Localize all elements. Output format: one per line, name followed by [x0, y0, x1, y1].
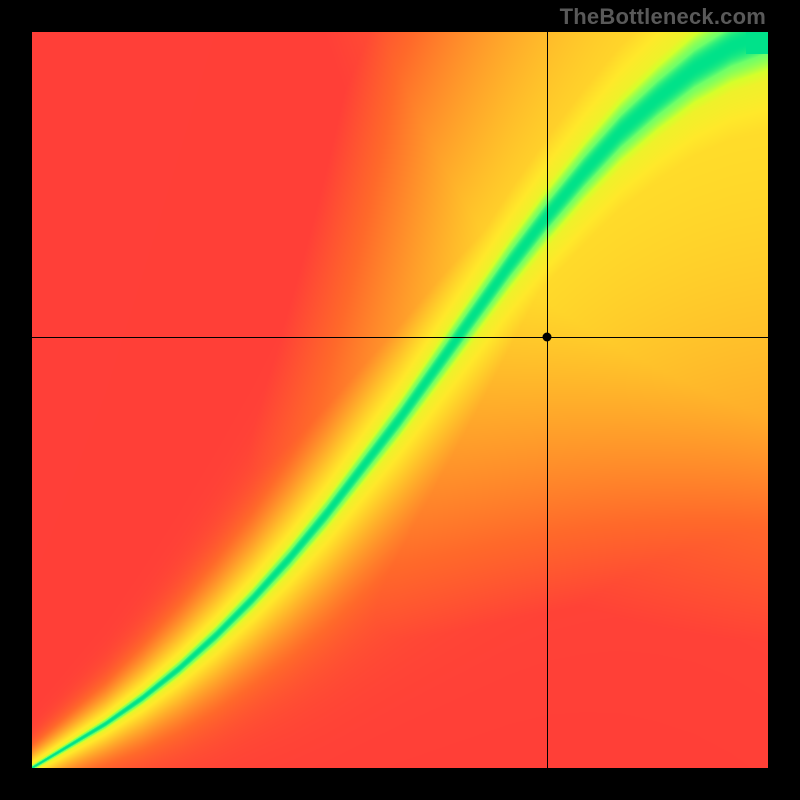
- heatmap-canvas: [32, 32, 768, 768]
- watermark-text: TheBottleneck.com: [560, 4, 766, 30]
- crosshair-vertical: [547, 32, 548, 768]
- plot-area: [32, 32, 768, 768]
- chart-frame: TheBottleneck.com: [0, 0, 800, 800]
- crosshair-horizontal: [32, 337, 768, 338]
- marker-dot: [543, 333, 552, 342]
